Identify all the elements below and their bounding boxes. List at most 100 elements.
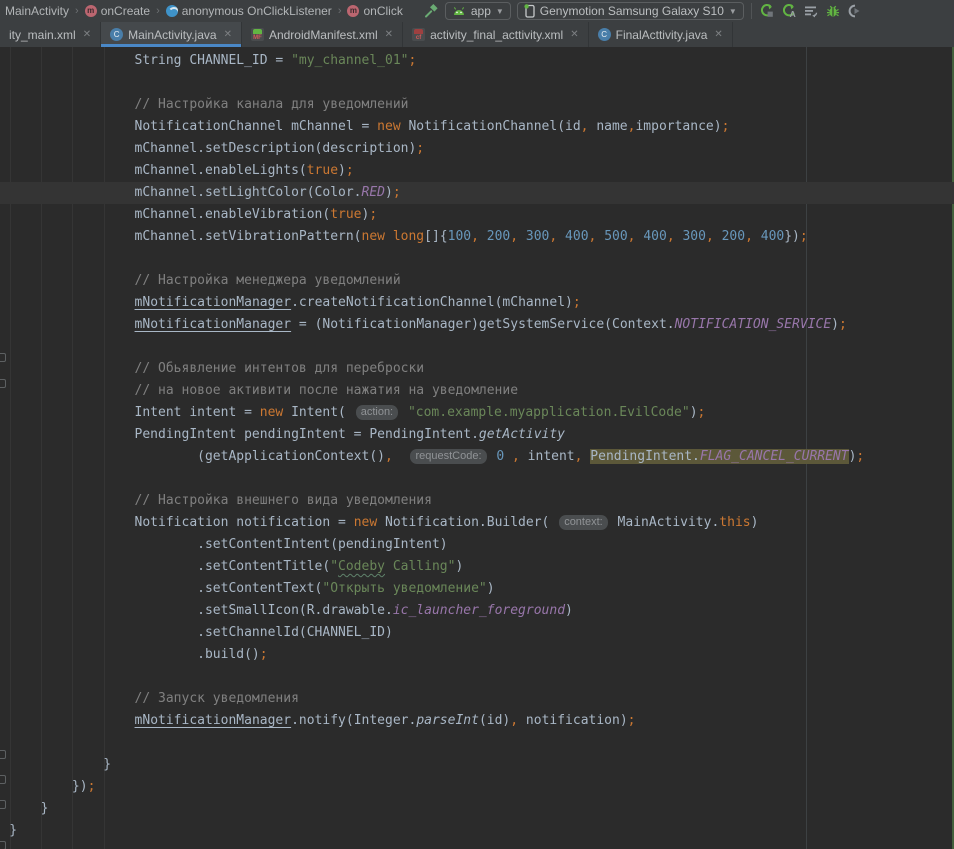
- code-token: mNotificationManager: [135, 295, 292, 310]
- editor-tab-bar: ity_main.xml✕CMainActivity.java✕MFAndroi…: [0, 22, 954, 47]
- code-line: mChannel.enableLights(true);: [0, 160, 954, 182]
- debug-icon[interactable]: [822, 1, 844, 21]
- code-token: ): [338, 163, 346, 178]
- code-token: 400: [761, 229, 784, 244]
- code-token: Notification.Builder(: [377, 515, 557, 530]
- parameter-hint: requestCode:: [410, 449, 486, 464]
- code-token: ,: [667, 229, 675, 244]
- code-token: .setChannelId(CHANNEL_ID): [0, 625, 393, 640]
- code-line: [0, 248, 954, 270]
- fold-marker-icon[interactable]: [0, 841, 6, 849]
- tab-ity-main-xml[interactable]: ity_main.xml ✕: [0, 22, 101, 47]
- tab-mainactivity-java[interactable]: CMainActivity.java✕: [101, 22, 242, 47]
- fold-marker-icon[interactable]: [0, 353, 6, 362]
- build-hammer-icon[interactable]: [420, 1, 442, 21]
- code-token: }): [784, 229, 800, 244]
- breadcrumb-label: anonymous OnClickListener: [182, 4, 332, 18]
- device-select[interactable]: Genymotion Samsung Galaxy S10 ▼: [517, 2, 744, 20]
- breadcrumb-item[interactable]: MainActivity: [2, 4, 72, 18]
- breadcrumb: MainActivity›monCreate›anonymous OnClick…: [2, 4, 406, 18]
- tab-close-icon[interactable]: ✕: [385, 29, 393, 40]
- code-line: mNotificationManager.createNotificationC…: [0, 292, 954, 314]
- chevron-down-icon: ▼: [496, 7, 504, 16]
- device-phone-icon: [524, 4, 535, 18]
- code-token: mChannel.enableLights(: [0, 163, 307, 178]
- code-token: ;: [839, 317, 847, 332]
- code-token: mChannel.setDescription(description): [0, 141, 416, 156]
- ide-window: MainActivity›monCreate›anonymous OnClick…: [0, 0, 954, 849]
- code-token: ,: [471, 229, 479, 244]
- code-token: (id): [479, 713, 510, 728]
- code-token: ;: [628, 713, 636, 728]
- tab-close-icon[interactable]: ✕: [570, 29, 578, 40]
- code-area: String CHANNEL_ID = "my_channel_01"; // …: [0, 47, 954, 842]
- code-token: ;: [573, 295, 581, 310]
- code-token: PendingIntent.: [590, 449, 700, 464]
- tab-label: AndroidManifest.xml: [269, 28, 378, 42]
- tab-close-icon[interactable]: ✕: [83, 29, 91, 40]
- fold-marker-icon[interactable]: [0, 379, 6, 388]
- code-token: 400: [565, 229, 588, 244]
- code-token: new: [362, 229, 385, 244]
- tab-close-icon[interactable]: ✕: [224, 29, 232, 40]
- code-token: Calling": [385, 559, 455, 574]
- code-token: ,: [510, 713, 518, 728]
- profiler-icon[interactable]: [800, 1, 822, 21]
- code-line: mNotificationManager = (NotificationMana…: [0, 314, 954, 336]
- code-token: ;: [260, 647, 268, 662]
- tab-label: ity_main.xml: [9, 28, 76, 42]
- code-token: (getApplicationContext(): [0, 449, 385, 464]
- code-editor[interactable]: String CHANNEL_ID = "my_channel_01"; // …: [0, 47, 954, 849]
- code-token: getActivity: [479, 427, 565, 442]
- code-line: mChannel.setDescription(description);: [0, 138, 954, 160]
- tab-finalacttivity-java[interactable]: CFinalActtivity.java✕: [589, 22, 733, 47]
- run-configuration-label: app: [471, 4, 491, 18]
- code-token: 300: [526, 229, 549, 244]
- code-token: [0, 713, 135, 728]
- code-token: [385, 229, 393, 244]
- attach-debugger-icon[interactable]: [844, 1, 866, 21]
- run-configuration-select[interactable]: app ▼: [445, 2, 511, 20]
- android-app-icon: [452, 5, 466, 17]
- code-token: new: [354, 515, 377, 530]
- layout-file-icon: cf: [412, 28, 425, 41]
- tab-androidmanifest-xml[interactable]: MF AndroidManifest.xml ✕: [242, 22, 403, 47]
- code-token: ): [831, 317, 839, 332]
- code-token: }: [0, 823, 17, 838]
- code-line: Notification notification = new Notifica…: [0, 512, 954, 534]
- code-line: NotificationChannel mChannel = new Notif…: [0, 116, 954, 138]
- tab-label: FinalActtivity.java: [616, 28, 708, 42]
- code-line: // Запуск уведомления: [0, 688, 954, 710]
- code-token: NOTIFICATION_SERVICE: [675, 317, 832, 332]
- apply-changes-icon[interactable]: [756, 1, 778, 21]
- code-token: ): [751, 515, 759, 530]
- fold-marker-icon[interactable]: [0, 750, 6, 759]
- code-token: long: [393, 229, 424, 244]
- code-token: ;: [393, 185, 401, 200]
- code-token: ,: [581, 119, 589, 134]
- code-token: intent: [520, 449, 575, 464]
- code-line: // Настройка канала для уведомлений: [0, 94, 954, 116]
- breadcrumb-item[interactable]: monClick: [344, 4, 405, 18]
- apply-code-changes-icon[interactable]: A: [778, 1, 800, 21]
- manifest-file-icon: MF: [251, 28, 264, 41]
- code-token: [753, 229, 761, 244]
- code-token: // Настройка внешнего вида уведомления: [0, 493, 432, 508]
- fold-marker-icon[interactable]: [0, 775, 6, 784]
- code-line: }: [0, 798, 954, 820]
- breadcrumb-item[interactable]: anonymous OnClickListener: [163, 4, 335, 18]
- breadcrumb-item[interactable]: monCreate: [82, 4, 153, 18]
- code-token: [557, 229, 565, 244]
- fold-marker-icon[interactable]: [0, 800, 6, 809]
- code-token: "my_channel_01": [291, 53, 408, 68]
- code-token: mNotificationManager: [135, 317, 292, 332]
- code-token: new: [260, 405, 283, 420]
- tab-activity-final-acttivity-xml[interactable]: cfactivity_final_acttivity.xml✕: [403, 22, 589, 47]
- code-line: // Настройка менеджера уведомлений: [0, 270, 954, 292]
- code-line: PendingIntent pendingIntent = PendingInt…: [0, 424, 954, 446]
- code-line: .setSmallIcon(R.drawable.ic_launcher_for…: [0, 600, 954, 622]
- code-token: true: [330, 207, 361, 222]
- code-line-current: mChannel.setLightColor(Color.RED);: [0, 182, 954, 204]
- code-token: ,: [385, 449, 393, 464]
- tab-close-icon[interactable]: ✕: [714, 29, 722, 40]
